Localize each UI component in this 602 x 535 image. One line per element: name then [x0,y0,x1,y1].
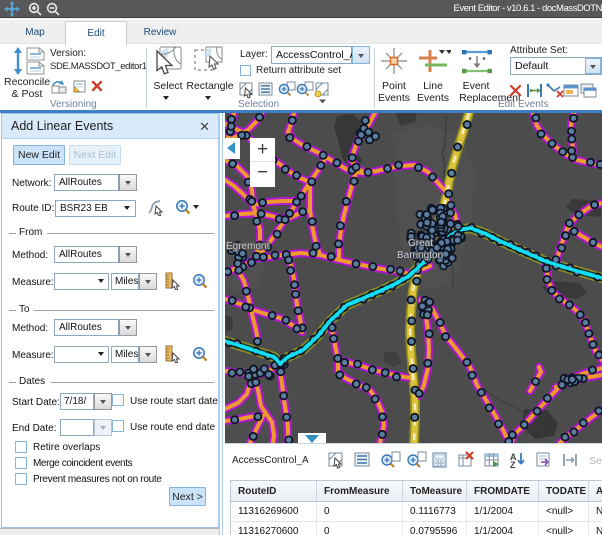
svg-text:Z: Z [510,460,516,470]
svg-text:Great: Great [408,238,433,249]
svg-text:Se: Se [589,455,602,467]
svg-text:Barrington: Barrington [397,250,443,261]
svg-text:Egremont: Egremont [226,241,270,252]
